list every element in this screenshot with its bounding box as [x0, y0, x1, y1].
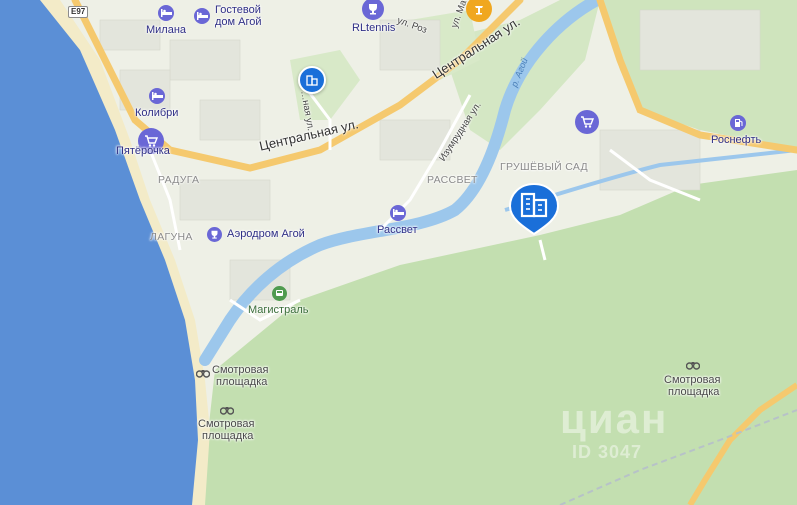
poi-label-rassvet-hotel[interactable]: Рассвет [377, 224, 418, 236]
poi-label-viewpoint-2b[interactable]: площадка [202, 430, 253, 442]
poi-label-magistral[interactable]: Магистраль [248, 304, 308, 316]
poi-label-viewpoint-1a[interactable]: Смотровая [212, 364, 268, 376]
map-base-layer [0, 0, 797, 505]
bed-icon[interactable] [149, 88, 165, 104]
poi-label-viewpoint-3b[interactable]: площадка [668, 386, 719, 398]
poi-label-viewpoint-3a[interactable]: Смотровая [664, 374, 720, 386]
watermark-logo: циан [560, 395, 669, 442]
poi-label-rltennis[interactable]: RLtennis [352, 22, 395, 34]
district-laguna: ЛАГУНА [150, 231, 193, 243]
watermark-id: ID 3047 [572, 442, 643, 462]
poi-label-rosneft[interactable]: Роснефть [711, 134, 761, 146]
bed-icon[interactable] [390, 205, 406, 221]
poi-label-viewpoint-1b[interactable]: площадка [216, 376, 267, 388]
poi-label-kolibri[interactable]: Колибри [135, 107, 178, 119]
poi-label-aerodrom[interactable]: Аэродром Агой [227, 228, 305, 240]
building-icon[interactable] [298, 66, 326, 94]
binoculars-icon[interactable] [686, 360, 700, 370]
poi-label-guesthouse-1[interactable]: Гостевой [215, 4, 261, 16]
poi-label-pyaterochka[interactable]: Пятёрочка [116, 145, 170, 157]
fuel-icon[interactable] [730, 115, 746, 131]
poi-label-guesthouse-2[interactable]: дом Агой [215, 16, 262, 28]
map-canvas[interactable]: E97 Центральная ул. Центральная ул. Изум… [0, 0, 797, 505]
bed-icon[interactable] [194, 8, 210, 24]
bus-icon[interactable] [272, 286, 287, 301]
trophy-icon[interactable] [207, 227, 222, 242]
district-raduga: РАДУГА [158, 174, 200, 186]
poi-label-viewpoint-2a[interactable]: Смотровая [198, 418, 254, 430]
poi-label-milana[interactable]: Милана [146, 24, 186, 36]
district-grushevy-sad: ГРУШЁВЫЙ САД [500, 161, 588, 173]
bed-icon[interactable] [158, 5, 174, 21]
listing-marker[interactable] [508, 182, 560, 236]
building-icon [508, 182, 560, 236]
binoculars-icon[interactable] [196, 368, 210, 378]
highway-badge: E97 [68, 6, 89, 18]
cart-icon[interactable] [575, 110, 599, 134]
district-rassvet: РАССВЕТ [427, 174, 478, 186]
binoculars-icon[interactable] [220, 405, 234, 415]
